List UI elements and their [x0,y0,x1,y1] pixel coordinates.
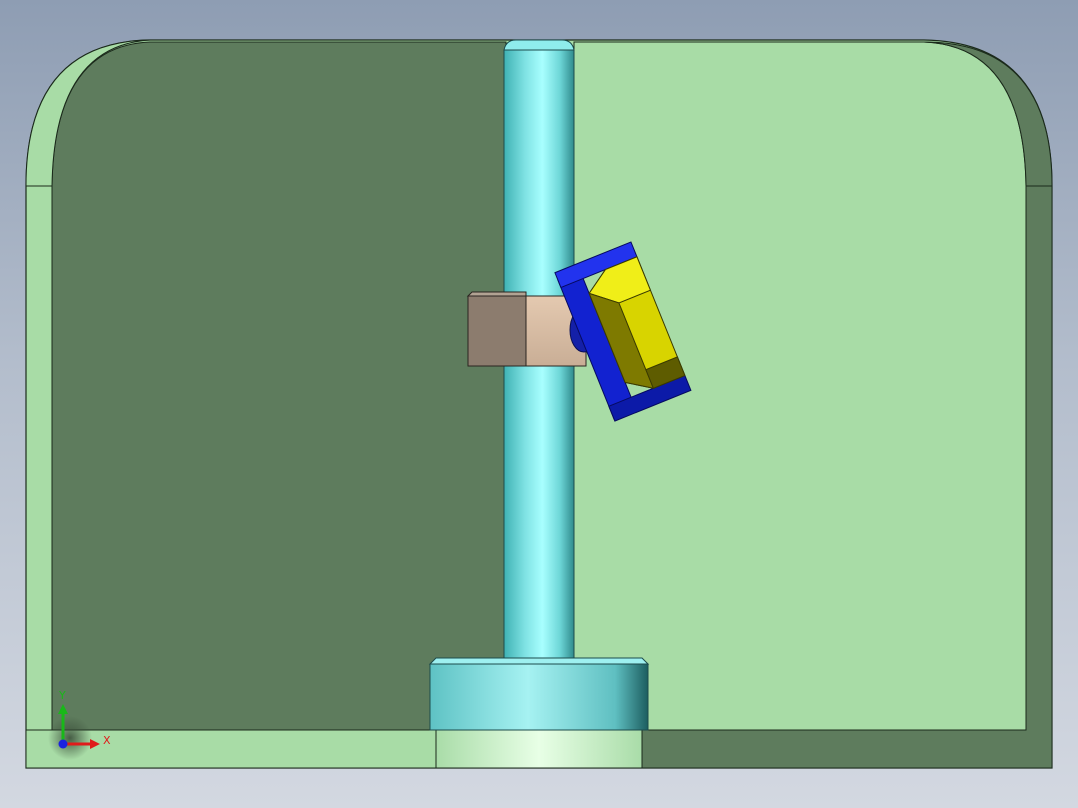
triad-y-label: Y [59,689,66,702]
triad-z-origin [58,739,68,749]
block-left-top [466,291,527,297]
post-top-cap [503,39,575,51]
triad-shadow [48,716,92,760]
model-scene[interactable] [0,0,1078,808]
block-left [467,295,527,367]
frame-inner-dark [51,41,507,731]
graphics-viewport[interactable]: Y X [0,0,1078,808]
base-chamfer [428,657,650,665]
base-cylinder[interactable] [428,657,650,769]
triad-x-label: X [103,734,111,747]
base-body [429,663,649,731]
base-foot [435,729,643,769]
